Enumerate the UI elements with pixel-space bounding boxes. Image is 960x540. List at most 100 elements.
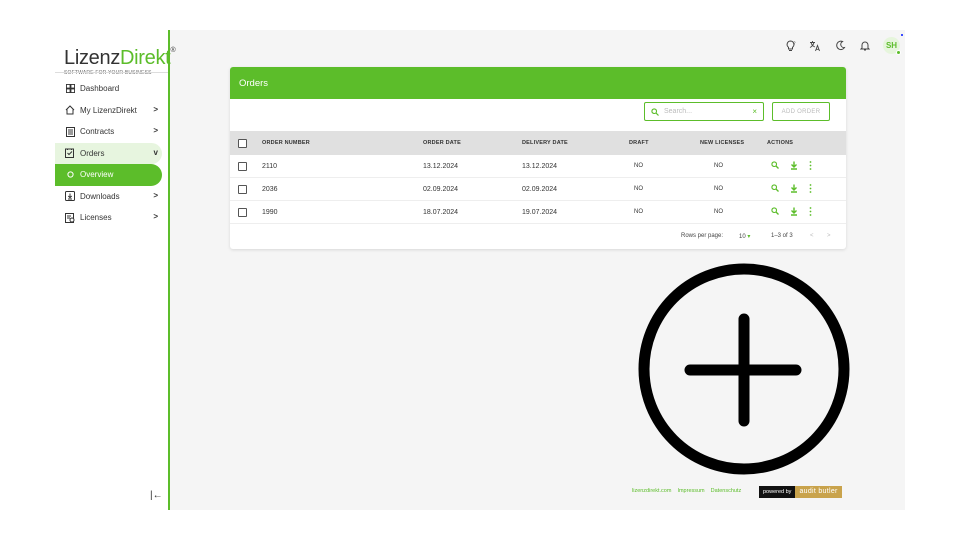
search-input[interactable]: Search... ×	[644, 102, 764, 121]
new-licenses-value: NO	[714, 186, 723, 192]
sidebar-item-my-lizenzdirekt[interactable]: My LizenzDirekt >	[55, 100, 168, 122]
search-placeholder: Search...	[664, 108, 693, 115]
order-number: 1990	[262, 208, 278, 216]
footer-link-datenschutz[interactable]: Datenschutz	[711, 488, 742, 494]
sidebar-item-label: Contracts	[80, 127, 115, 137]
orders-card-header: Orders	[230, 67, 846, 99]
translate-icon[interactable]	[808, 39, 822, 53]
logo-brand-a: Lizenz	[64, 47, 121, 69]
sidebar-item-label: My LizenzDirekt	[80, 105, 137, 115]
sidebar: LizenzDirekt® SOFTWARE FOR YOUR BUSINESS…	[55, 30, 176, 510]
footer-link-website[interactable]: lizenzdirekt.com	[632, 488, 671, 494]
topbar: ? SH	[783, 37, 901, 55]
table-row[interactable]: 2110 13.12.2024 13.12.2024 NO NO	[230, 155, 846, 178]
logo-tagline: SOFTWARE FOR YOUR BUSINESS	[64, 70, 152, 76]
sidebar-item-orders[interactable]: Orders v	[55, 142, 162, 164]
more-options-icon[interactable]	[809, 160, 812, 172]
column-order-number[interactable]: ORDER NUMBER	[262, 131, 310, 155]
online-status-dot	[896, 50, 901, 55]
chevron-right-icon: >	[153, 104, 158, 114]
download-icon[interactable]	[790, 207, 798, 218]
page-title: Orders	[239, 78, 269, 89]
add-circle-icon[interactable]	[636, 261, 852, 477]
order-date: 13.12.2024	[423, 162, 459, 170]
sidebar-item-label: Dashboard	[80, 84, 120, 94]
rows-per-page-label: Rows per page:	[681, 233, 724, 239]
avatar[interactable]: SH	[883, 37, 901, 55]
more-options-icon[interactable]	[809, 183, 812, 195]
sidebar-item-downloads[interactable]: Downloads >	[55, 186, 168, 208]
chevron-down-icon: v	[153, 147, 158, 157]
sidebar-item-label: Orders	[80, 148, 105, 158]
order-date: 18.07.2024	[423, 208, 459, 216]
more-options-icon[interactable]	[809, 206, 812, 218]
powered-by-label: powered by	[759, 486, 796, 498]
logo[interactable]: LizenzDirekt® SOFTWARE FOR YOUR BUSINESS	[64, 40, 176, 76]
table-row[interactable]: 2036 02.09.2024 02.09.2024 NO NO	[230, 178, 846, 201]
pagination-range: 1–3 of 3	[771, 233, 793, 239]
next-page-icon[interactable]: >	[827, 233, 831, 239]
sidebar-item-dashboard[interactable]: Dashboard	[55, 78, 168, 100]
sidebar-item-licenses[interactable]: Licenses >	[55, 207, 168, 229]
new-licenses-value: NO	[714, 209, 723, 215]
column-actions: ACTIONS	[767, 140, 794, 146]
select-all-checkbox[interactable]	[238, 138, 247, 148]
footer-link-impressum[interactable]: Impressum	[677, 488, 704, 494]
sidebar-item-contracts[interactable]: Contracts >	[55, 121, 168, 143]
column-new-licenses[interactable]: NEW LICENSES	[700, 131, 744, 155]
footer-links: lizenzdirekt.com Impressum Datenschutz	[632, 488, 741, 494]
contracts-icon	[65, 126, 75, 137]
rows-per-page-select[interactable]: 10 ▾	[739, 233, 750, 240]
row-actions	[771, 201, 812, 223]
draft-value: NO	[634, 163, 643, 169]
orders-card: Orders Search... × ADD ORDER ORDER NUMBE…	[230, 67, 846, 249]
table-row[interactable]: 1990 18.07.2024 19.07.2024 NO NO	[230, 201, 846, 224]
corner-marker	[901, 34, 903, 36]
delivery-date: 19.07.2024	[522, 208, 558, 216]
draft-value: NO	[634, 186, 643, 192]
dashboard-icon	[65, 84, 75, 94]
chevron-right-icon: >	[153, 190, 158, 200]
order-date: 02.09.2024	[423, 185, 459, 193]
sidebar-item-label: Licenses	[80, 213, 112, 223]
lightbulb-icon[interactable]: ?	[783, 39, 797, 53]
row-checkbox[interactable]	[238, 207, 247, 217]
chevron-right-icon: >	[153, 126, 158, 135]
row-checkbox[interactable]	[238, 184, 247, 194]
add-order-button[interactable]: ADD ORDER	[772, 102, 830, 121]
download-icon[interactable]	[790, 161, 798, 172]
svg-text:?: ?	[793, 41, 795, 46]
download-icon[interactable]	[790, 184, 798, 195]
order-number: 2036	[262, 185, 278, 193]
sidebar-item-label: Downloads	[80, 191, 120, 201]
logo-brand-b: Direkt	[120, 47, 171, 69]
view-icon[interactable]	[771, 207, 779, 217]
column-draft[interactable]: DRAFT	[629, 131, 649, 155]
search-icon	[651, 107, 659, 116]
sidebar-item-overview[interactable]: Overview	[55, 164, 162, 186]
view-icon[interactable]	[771, 184, 779, 194]
powered-by-brand: audit butler	[795, 486, 842, 498]
sidebar-nav: Dashboard My LizenzDirekt > Contracts > …	[55, 78, 168, 229]
previous-page-icon[interactable]: <	[810, 233, 814, 239]
order-number: 2110	[262, 162, 278, 170]
dark-mode-icon[interactable]	[833, 39, 847, 53]
collapse-sidebar-icon[interactable]: |←	[150, 490, 163, 501]
delivery-date: 02.09.2024	[522, 185, 558, 193]
licenses-icon	[65, 212, 75, 223]
home-icon	[65, 105, 75, 115]
clear-search-icon[interactable]: ×	[752, 107, 757, 116]
powered-by-badge[interactable]: powered by audit butler	[759, 486, 842, 498]
column-order-date[interactable]: ORDER DATE	[423, 131, 461, 155]
view-icon[interactable]	[771, 161, 779, 171]
new-licenses-value: NO	[714, 163, 723, 169]
bell-icon[interactable]	[858, 39, 872, 53]
row-actions	[771, 155, 812, 177]
row-checkbox[interactable]	[238, 161, 247, 171]
logo-divider	[55, 72, 168, 73]
avatar-initials: SH	[885, 41, 898, 50]
table-header: ORDER NUMBER ORDER DATE DELIVERY DATE DR…	[230, 131, 846, 155]
download-box-icon	[65, 191, 75, 202]
draft-value: NO	[634, 209, 643, 215]
column-delivery-date[interactable]: DELIVERY DATE	[522, 131, 568, 155]
